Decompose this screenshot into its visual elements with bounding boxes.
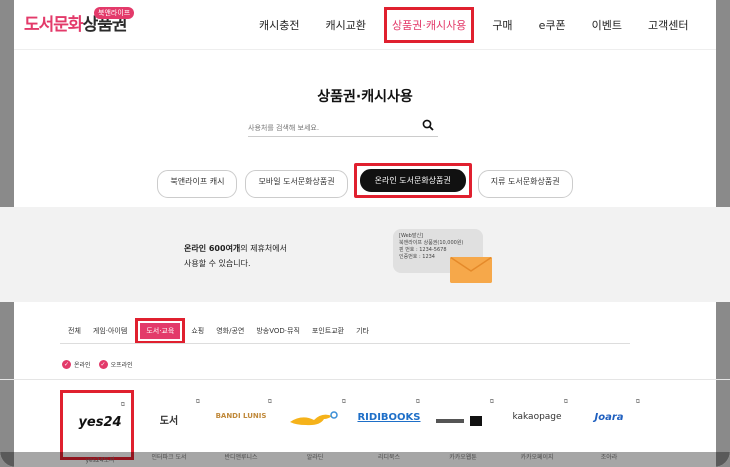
header: 북앤라이프 도서문화상품권 캐시충전 캐시교환 상품권·캐시사용 구매 e쿠폰 … xyxy=(14,0,716,50)
filter-offline[interactable]: ✓ 오프라인 xyxy=(98,360,133,369)
voucher-tabs: 북앤라이프 캐시 모바일 도서문화상품권 온라인 도서문화상품권 지류 도서문화… xyxy=(0,163,730,198)
category-tabs: 전체 게임·아이템 도서·교육 쇼핑 영화/공연 방송VOD·뮤직 포인트교환 … xyxy=(68,318,381,344)
page-title: 상품권·캐시사용 xyxy=(317,89,413,105)
cat-point[interactable]: 포인트교환 xyxy=(312,326,344,336)
cat-etc[interactable]: 기타 xyxy=(356,326,369,336)
search-icon[interactable] xyxy=(422,119,434,131)
cat-vod-music[interactable]: 방송VOD·뮤직 xyxy=(256,326,300,336)
external-link-icon: ⧉ xyxy=(195,398,200,405)
cat-books[interactable]: 도서·교육 xyxy=(140,323,181,339)
partner-interpark[interactable]: ⧉ 도서 인터파크 도서 xyxy=(132,390,206,461)
check-icon: ✓ xyxy=(62,360,71,369)
tab-online-voucher[interactable]: 온라인 도서문화상품권 xyxy=(359,169,466,192)
nav-ecoupon[interactable]: e쿠폰 xyxy=(539,17,566,33)
search-input[interactable] xyxy=(248,118,408,138)
filter-online[interactable]: ✓ 온라인 xyxy=(62,360,91,369)
envelope-icon xyxy=(450,257,492,283)
info-banner: 온라인 600여개의 제휴처에서 사용할 수 있습니다. [Web발신] 북앤라… xyxy=(0,207,730,302)
cat-all[interactable]: 전체 xyxy=(68,326,81,336)
cat-movie[interactable]: 영화/공연 xyxy=(216,326,244,336)
divider xyxy=(0,379,730,380)
partner-logo: Joara xyxy=(594,412,624,423)
divider xyxy=(60,343,630,344)
filters: ✓ 온라인 ✓ 오프라인 xyxy=(62,360,141,369)
cat-shopping[interactable]: 쇼핑 xyxy=(191,326,204,336)
external-link-icon: ⧉ xyxy=(635,398,640,405)
search-bar xyxy=(248,115,438,138)
sms-line: [Web발신] xyxy=(399,233,424,239)
bottom-shade xyxy=(0,452,730,467)
partner-joara[interactable]: ⧉ Joara 조아라 xyxy=(572,390,646,461)
partner-logo: yes24 xyxy=(78,415,122,430)
sms-line: 핀 번호 : 1234-5678 xyxy=(399,247,447,253)
banner-line2: 사용할 수 있습니다. xyxy=(184,259,251,268)
sms-line: 북앤라이프 상품권(10,000원) xyxy=(399,240,464,246)
partner-kakaowebtoon[interactable]: ⧉ 카카오웹툰 xyxy=(426,390,500,461)
filter-label: 온라인 xyxy=(74,362,91,369)
partner-logo: kakaopage xyxy=(512,412,562,422)
partner-ridibooks[interactable]: ⧉ RIDIBOOKS 리디북스 xyxy=(352,390,426,461)
tab-booknlife-cash[interactable]: 북앤라이프 캐시 xyxy=(157,170,238,198)
tab-mobile-voucher[interactable]: 모바일 도서문화상품권 xyxy=(245,170,348,198)
logo[interactable]: 북앤라이프 도서문화상품권 xyxy=(24,7,135,35)
nav-customer-center[interactable]: 고객센터 xyxy=(648,17,688,33)
check-icon: ✓ xyxy=(98,360,108,369)
partner-logo: RIDIBOOKS xyxy=(357,412,421,423)
logo-badge: 북앤라이프 xyxy=(94,7,135,19)
partner-yes24[interactable]: ⧉ yes24 yes24도서 xyxy=(60,390,134,464)
banner-rest: 의 제휴처에서 xyxy=(240,244,287,253)
nav-event[interactable]: 이벤트 xyxy=(592,17,622,33)
tab-online-voucher-frame: 온라인 도서문화상품권 xyxy=(353,163,472,198)
external-link-icon: ⧉ xyxy=(341,398,346,405)
partner-logo: 도서 xyxy=(159,416,179,427)
banner-text: 온라인 600여개의 제휴처에서 사용할 수 있습니다. xyxy=(184,241,287,271)
nav-cash-exchange[interactable]: 캐시교환 xyxy=(325,17,365,33)
cat-game[interactable]: 게임·아이템 xyxy=(93,326,127,336)
partner-kakaopage[interactable]: ⧉ kakaopage 카카오페이지 xyxy=(500,390,574,461)
external-link-icon: ⧉ xyxy=(489,398,494,405)
external-link-icon: ⧉ xyxy=(415,398,420,405)
banner-bold: 온라인 600여개 xyxy=(184,244,241,253)
partner-aladin[interactable]: ⧉ 알라딘 xyxy=(278,390,352,461)
cat-books-frame: 도서·교육 xyxy=(135,318,186,344)
main-nav: 캐시충전 캐시교환 상품권·캐시사용 구매 e쿠폰 이벤트 고객센터 xyxy=(259,0,714,50)
nav-cash-charge[interactable]: 캐시충전 xyxy=(259,17,299,33)
filter-label: 오프라인 xyxy=(110,362,133,369)
logo-main: 도서문화 xyxy=(24,15,84,35)
external-link-icon: ⧉ xyxy=(563,398,568,405)
partner-list: ⧉ yes24 yes24도서 ⧉ 도서 인터파크 도서 ⧉ BANDI LUN… xyxy=(56,390,640,464)
kakaowebtoon-logo xyxy=(436,416,482,426)
tab-paper-voucher[interactable]: 지류 도서문화상품권 xyxy=(477,170,573,198)
external-link-icon: ⧉ xyxy=(120,401,125,408)
partner-bandi[interactable]: ⧉ BANDI LUNIS 반디앤루니스 xyxy=(204,390,278,461)
partner-logo: BANDI LUNIS xyxy=(215,412,267,420)
nav-use-voucher[interactable]: 상품권·캐시사용 xyxy=(383,7,475,43)
external-link-icon: ⧉ xyxy=(267,398,272,405)
page: 북앤라이프 도서문화상품권 캐시충전 캐시교환 상품권·캐시사용 구매 e쿠폰 … xyxy=(0,0,730,467)
nav-buy[interactable]: 구매 xyxy=(492,17,512,33)
lamp-icon xyxy=(290,411,338,426)
